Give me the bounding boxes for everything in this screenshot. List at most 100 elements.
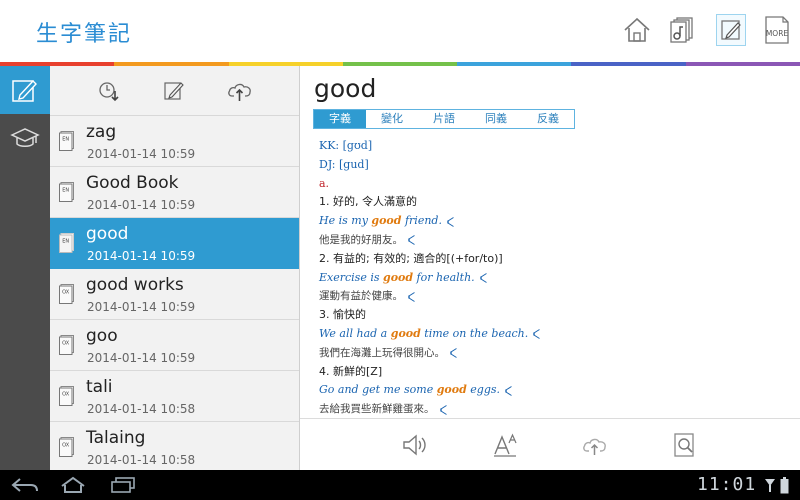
tab-synonyms[interactable]: 同義 [470,110,522,128]
rail-item-notebook[interactable] [0,66,50,114]
example-keyword: good [371,214,402,228]
svg-text:OX: OX [62,290,70,296]
word-list-item[interactable]: OX Talaing 2014-01-14 10:58 [50,422,299,470]
recent-apps-button[interactable] [108,475,138,495]
example-chinese: 他是我的好朋友。 [319,231,789,250]
word-list-item[interactable]: EN Good Book 2014-01-14 10:59 [50,167,299,218]
cloud-sync-icon [228,83,251,101]
app-title: 生字筆記 [36,22,133,47]
cloud-sync-button[interactable] [227,78,253,104]
more-button[interactable]: MORE [762,14,792,46]
play-audio-button[interactable] [505,385,512,396]
word-title: good works [86,275,184,295]
example-translation: 我們在海灘上玩得很開心。 [319,346,445,359]
word-title: Talaing [86,428,146,448]
definition-entry: KK: [gʊd] DJ: [gud] a. 1. 好的, 令人滿意的 He i… [319,137,789,419]
tab-phrases[interactable]: 片語 [418,110,470,128]
pronounce-button[interactable] [400,430,430,460]
tab-antonyms[interactable]: 反義 [522,110,574,128]
dictionary-book-icon: EN [59,182,74,202]
signal-icon [765,479,775,492]
search-button[interactable] [670,430,700,460]
music-cards-button[interactable] [667,14,697,46]
cloud-upload-button[interactable] [580,430,610,460]
example-text: eggs. [466,383,500,397]
headword: good [314,74,377,103]
kk-pronunciation: KK: [gʊd] [319,139,373,152]
speaker-icon [533,329,541,340]
example-text: We all had a [319,326,391,340]
svg-text:EN: EN [62,137,69,143]
word-date: 2014-01-14 10:58 [87,453,196,467]
play-audio-button[interactable] [450,348,457,359]
word-date: 2014-01-14 10:59 [87,351,196,365]
play-audio-button[interactable] [408,291,415,302]
tab-inflection[interactable]: 變化 [366,110,418,128]
play-audio-button[interactable] [533,329,541,340]
system-bar: 11:01 [0,470,800,500]
speaker-icon [439,404,447,415]
svg-text:EN: EN [62,188,69,194]
word-list-item-selected[interactable]: EN good 2014-01-14 10:59 [50,218,299,269]
word-title: goo [86,326,118,346]
speaker-icon [450,348,457,359]
example-english: He is my good friend. [319,212,789,231]
home-nav-button[interactable] [58,475,88,495]
svg-text:OX: OX [62,443,70,449]
word-title: good [86,224,129,244]
detail-toolbar [300,418,800,470]
speaker-icon [403,433,426,456]
home-icon [61,476,85,493]
edit-list-button[interactable] [161,78,187,104]
dictionary-book-icon: OX [59,284,74,304]
dictionary-book-icon: OX [59,335,74,355]
word-list-item[interactable]: OX good works 2014-01-14 10:59 [50,269,299,320]
example-text: time on the beach. [420,326,529,340]
example-keyword: good [390,326,421,340]
example-chinese: 去給我買些新鮮雞蛋來。 [319,400,789,419]
font-size-button[interactable] [490,430,520,460]
play-audio-button[interactable] [479,273,487,283]
word-list-item[interactable]: EN zag 2014-01-14 10:59 [50,116,299,167]
notebook-button[interactable] [716,14,746,46]
word-date: 2014-01-14 10:59 [87,249,196,263]
sense-definition: 1. 好的, 令人滿意的 [319,195,417,209]
sort-by-time-icon [99,81,119,101]
speaker-icon [479,273,487,283]
tab-meaning[interactable]: 字義 [314,110,366,128]
example-translation: 他是我的好朋友。 [319,233,403,246]
search-icon [674,432,694,457]
back-button[interactable] [10,475,40,495]
example-text: for health. [413,270,475,284]
example-translation: 運動有益於健康。 [319,290,403,303]
example-english: Exercise is good for health. [319,269,789,288]
example-text: friend. [401,214,442,228]
sense-definition: 4. 新鮮的[Z] [319,364,383,378]
word-title: tali [86,377,113,397]
font-size-icon [494,433,517,457]
rail-item-learn[interactable] [0,114,50,162]
dj-pronunciation: DJ: [gud] [319,157,369,171]
word-date: 2014-01-14 10:59 [87,300,196,314]
example-english: We all had a good time on the beach. [319,325,789,344]
app-header: 生字筆記 MORE [0,0,800,62]
dictionary-book-icon: EN [59,233,74,253]
word-title: zag [86,122,117,142]
home-button[interactable] [622,14,652,46]
system-clock: 11:01 [697,474,757,495]
word-list-item[interactable]: OX goo 2014-01-14 10:59 [50,320,299,371]
definition-tabs: 字義 變化 片語 同義 反義 [313,109,575,129]
word-list-item[interactable]: OX tali 2014-01-14 10:58 [50,371,299,422]
play-audio-button[interactable] [439,404,447,415]
example-chinese: 我們在海灘上玩得很開心。 [319,344,789,363]
sort-by-time-button[interactable] [96,78,122,104]
example-keyword: good [436,383,467,397]
speaker-icon [408,235,415,246]
example-chinese: 運動有益於健康。 [319,287,789,306]
side-rail [0,66,50,470]
svg-text:EN: EN [62,239,69,245]
example-text: Go and get me some [319,383,437,397]
play-audio-button[interactable] [408,235,415,246]
play-audio-button[interactable] [447,216,454,227]
word-date: 2014-01-14 10:58 [87,402,196,416]
